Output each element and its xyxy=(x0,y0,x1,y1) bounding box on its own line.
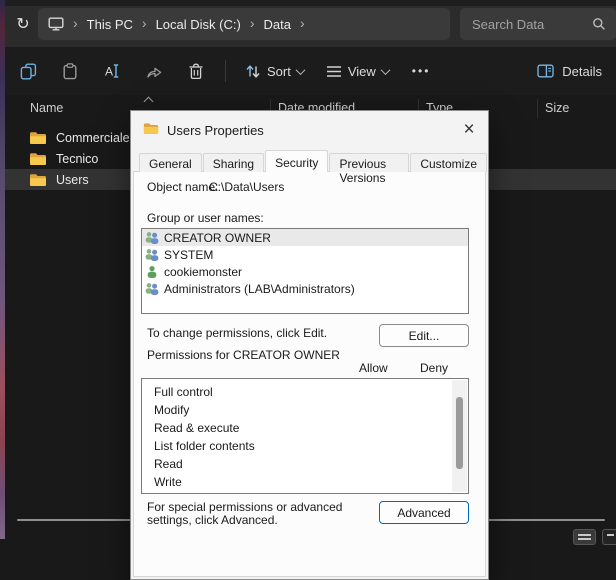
chevron-down-icon xyxy=(295,65,305,75)
rename-button[interactable]: A xyxy=(91,53,133,89)
view-button[interactable]: View xyxy=(315,53,400,89)
folder-icon xyxy=(29,131,47,145)
tab-previous-versions[interactable]: Previous Versions xyxy=(329,153,409,172)
object-name-value: C:\Data\Users xyxy=(209,180,284,194)
trash-icon xyxy=(188,63,204,80)
permission-full-control[interactable]: Full control xyxy=(142,383,468,401)
address-bar-row: ↻ › This PC › Local Disk (C:) › Data › S… xyxy=(5,0,616,47)
more-options-button[interactable]: ••• xyxy=(400,64,443,78)
breadcrumb-chevron-icon: › xyxy=(300,16,305,30)
breadcrumb-chevron-icon: › xyxy=(142,16,147,30)
details-view-toggle-button[interactable] xyxy=(602,529,616,545)
advanced-note: For special permissions or advanced sett… xyxy=(147,501,375,527)
close-icon[interactable]: × xyxy=(456,117,482,143)
copy-button[interactable] xyxy=(7,53,49,89)
advanced-button[interactable]: Advanced xyxy=(379,501,469,524)
toolbar-divider xyxy=(225,60,226,82)
permission-read-execute[interactable]: Read & execute xyxy=(142,419,468,437)
edit-note: To change permissions, click Edit. xyxy=(147,326,327,340)
permission-list-folder-contents[interactable]: List folder contents xyxy=(142,437,468,455)
folder-icon xyxy=(143,122,159,135)
group-user-names-list[interactable]: CREATOR OWNER SYSTEM cookiemonster Admin… xyxy=(141,228,469,314)
file-name: Users xyxy=(56,173,89,187)
breadcrumb-chevron-icon: › xyxy=(250,16,255,30)
search-box[interactable]: Search Data xyxy=(460,8,616,40)
details-view-icon xyxy=(607,534,614,536)
svg-text:A: A xyxy=(105,65,113,79)
details-label: Details xyxy=(562,64,602,79)
search-icon xyxy=(592,17,606,31)
share-button[interactable] xyxy=(133,53,175,89)
column-header-name[interactable]: Name xyxy=(30,101,63,115)
permission-write[interactable]: Write xyxy=(142,473,468,491)
group-icon xyxy=(144,282,160,296)
list-view-toggle-button[interactable] xyxy=(573,529,596,545)
group-icon xyxy=(144,231,160,245)
principal-name: Administrators (LAB\Administrators) xyxy=(164,282,355,296)
allow-column-label: Allow xyxy=(359,361,388,375)
folder-icon xyxy=(29,152,47,166)
permissions-scrollbar[interactable] xyxy=(452,380,467,492)
details-pane-icon xyxy=(537,64,554,78)
file-name: Tecnico xyxy=(56,152,98,166)
tab-security[interactable]: Security xyxy=(265,150,328,172)
breadcrumb-data[interactable]: Data xyxy=(264,17,291,32)
copy-icon xyxy=(20,63,37,80)
this-pc-icon xyxy=(48,17,64,31)
paste-icon xyxy=(62,63,78,80)
object-name-label: Object name: xyxy=(147,180,218,194)
window-top-edge xyxy=(5,0,616,6)
principal-administrators[interactable]: Administrators (LAB\Administrators) xyxy=(142,280,468,297)
delete-button[interactable] xyxy=(175,53,217,89)
view-label: View xyxy=(348,64,376,79)
view-icon xyxy=(326,65,342,78)
refresh-button[interactable]: ↻ xyxy=(10,11,36,37)
column-header-size[interactable]: Size xyxy=(545,101,569,115)
principal-cookiemonster[interactable]: cookiemonster xyxy=(142,263,468,280)
tab-general[interactable]: General xyxy=(139,153,202,172)
group-user-names-label: Group or user names: xyxy=(147,211,264,225)
folder-icon xyxy=(29,173,47,187)
details-pane-button[interactable]: Details xyxy=(537,64,602,79)
list-view-icon xyxy=(578,534,591,536)
user-icon xyxy=(144,265,160,279)
permission-modify[interactable]: Modify xyxy=(142,401,468,419)
group-icon xyxy=(144,248,160,262)
breadcrumb-chevron-icon: › xyxy=(73,16,78,30)
dialog-tab-strip: General Sharing Security Previous Versio… xyxy=(139,153,488,172)
permissions-for-label: Permissions for CREATOR OWNER xyxy=(147,349,347,362)
principal-name: cookiemonster xyxy=(164,265,242,279)
sort-icon xyxy=(245,64,261,79)
principal-creator-owner[interactable]: CREATOR OWNER xyxy=(142,229,468,246)
sort-button[interactable]: Sort xyxy=(234,53,315,89)
command-bar: A xyxy=(5,47,616,95)
permission-special[interactable]: Special permissions xyxy=(142,491,468,494)
file-name: Commerciale xyxy=(56,131,130,145)
breadcrumb-this-pc[interactable]: This PC xyxy=(87,17,133,32)
address-bar[interactable]: › This PC › Local Disk (C:) › Data › xyxy=(38,8,450,40)
breadcrumb-local-disk-c[interactable]: Local Disk (C:) xyxy=(156,17,241,32)
sort-ascending-icon xyxy=(144,97,154,107)
principal-name: CREATOR OWNER xyxy=(164,231,271,245)
paste-button[interactable] xyxy=(49,53,91,89)
permission-read[interactable]: Read xyxy=(142,455,468,473)
sort-label: Sort xyxy=(267,64,291,79)
permissions-list[interactable]: Full control Modify Read & execute List … xyxy=(141,378,469,494)
deny-column-label: Deny xyxy=(420,361,448,375)
tab-customize[interactable]: Customize xyxy=(410,153,487,172)
column-divider[interactable] xyxy=(537,99,538,118)
dialog-title: Users Properties xyxy=(167,123,264,138)
search-placeholder: Search Data xyxy=(472,17,592,32)
principal-name: SYSTEM xyxy=(164,248,213,262)
tab-sharing[interactable]: Sharing xyxy=(203,153,264,172)
chevron-down-icon xyxy=(380,65,390,75)
permissions-scrollbar-thumb[interactable] xyxy=(456,397,463,469)
dialog-title-bar: Users Properties × xyxy=(131,111,488,149)
share-icon xyxy=(146,64,163,79)
principal-system[interactable]: SYSTEM xyxy=(142,246,468,263)
edit-button[interactable]: Edit... xyxy=(379,324,469,347)
users-properties-dialog: Users Properties × General Sharing Secur… xyxy=(130,110,489,580)
rename-icon: A xyxy=(103,63,121,79)
